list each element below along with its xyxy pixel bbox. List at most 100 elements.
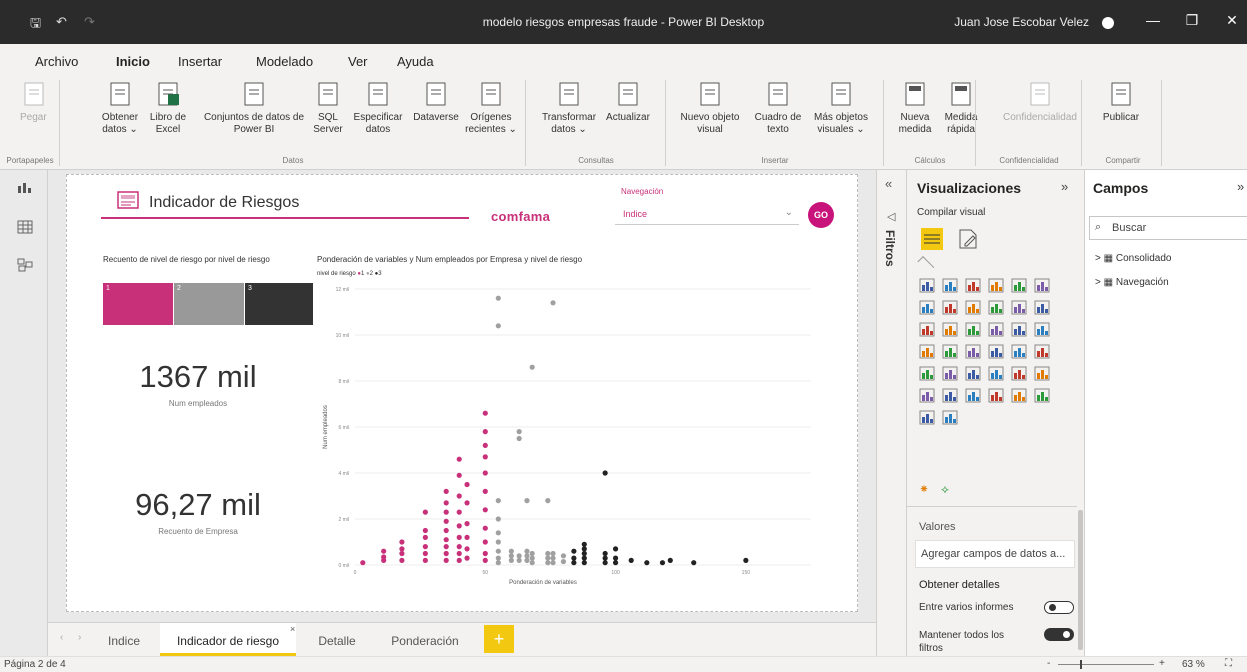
- tab-detalle[interactable]: Detalle: [306, 623, 368, 656]
- scatter-point-series-3[interactable]: [667, 557, 673, 563]
- scatter-point-series-1[interactable]: [399, 539, 405, 545]
- scatter-point-series-3[interactable]: [602, 470, 608, 476]
- scatter-point-series-1[interactable]: [482, 507, 488, 513]
- scatter-point-series-3[interactable]: [581, 541, 587, 547]
- filled-map-icon[interactable]: [919, 344, 935, 359]
- minimize-icon[interactable]: —: [1143, 12, 1163, 28]
- menu-ver[interactable]: Ver: [348, 54, 368, 69]
- r-visual-icon[interactable]: [965, 366, 981, 381]
- scatter-chart[interactable]: 0 mil 2 mil 4 mil 6 mil 8 mil 10 mil 12 mil 0 50…: [311, 283, 831, 589]
- scatter-point-series-1[interactable]: [422, 534, 428, 540]
- table-icon[interactable]: [919, 366, 935, 381]
- kpi-icon[interactable]: [1011, 344, 1027, 359]
- scatter-point-series-3[interactable]: [602, 555, 608, 561]
- scatter-point-series-1[interactable]: [464, 500, 470, 506]
- zoom-in-button[interactable]: +: [1159, 658, 1165, 669]
- scatter-point-series-2[interactable]: [560, 558, 567, 565]
- scatter-point-series-3[interactable]: [612, 555, 619, 561]
- scatter-point-series-1[interactable]: [399, 550, 405, 557]
- go-button[interactable]: GO: [808, 202, 834, 228]
- scatter-point-series-2[interactable]: [516, 557, 522, 563]
- ribbon-btn-recent[interactable]: Orígenes recientes ⌄: [464, 80, 518, 136]
- scatter-point-series-1[interactable]: [464, 521, 470, 527]
- filters-pane-collapsed[interactable]: « ◁ Filtros: [876, 170, 906, 656]
- scatter-point-series-1[interactable]: [443, 550, 449, 557]
- 100-column-icon[interactable]: [1034, 278, 1050, 293]
- scatter-point-series-2[interactable]: [516, 429, 522, 435]
- scatter-point-series-1[interactable]: [482, 410, 488, 416]
- ribbon-btn-visual[interactable]: Nuevo objeto visual: [676, 80, 744, 136]
- area-icon[interactable]: [942, 300, 958, 315]
- filter-icon[interactable]: ◁: [887, 210, 895, 223]
- scatter-point-series-1[interactable]: [456, 509, 462, 515]
- scatter-point-series-1[interactable]: [443, 500, 449, 506]
- scatter-point-series-2[interactable]: [529, 555, 535, 561]
- nav-dropdown[interactable]: Indice ⌄: [615, 205, 799, 225]
- scatter-point-series-2[interactable]: [524, 557, 530, 563]
- zoom-out-button[interactable]: -: [1047, 658, 1050, 669]
- scatter-point-series-1[interactable]: [443, 509, 449, 515]
- scatter-point-series-2[interactable]: [550, 555, 556, 561]
- scatter-point-series-1[interactable]: [482, 550, 488, 557]
- scatter-point-series-2[interactable]: [524, 498, 530, 504]
- ribbon-btn-calc2[interactable]: Medida rápida: [938, 80, 984, 136]
- qa-icon[interactable]: [919, 388, 935, 403]
- filters-label[interactable]: Filtros: [883, 230, 897, 267]
- menu-ayuda[interactable]: Ayuda: [397, 54, 434, 69]
- keep-filters-toggle[interactable]: [1044, 628, 1074, 641]
- ribbon-btn-text[interactable]: Cuadro de texto: [752, 80, 804, 136]
- scatter-point-series-2[interactable]: [550, 300, 556, 306]
- scatter-point-series-1[interactable]: [443, 544, 449, 550]
- scatter-point-series-3[interactable]: [659, 560, 666, 566]
- stacked-column-icon[interactable]: [942, 278, 958, 293]
- scatter-point-series-2[interactable]: [545, 560, 551, 566]
- scatter-point-series-3[interactable]: [602, 550, 608, 557]
- line-icon[interactable]: [919, 300, 935, 315]
- scatter-point-series-2[interactable]: [529, 560, 535, 566]
- smart-narrative-icon[interactable]: ⁕: [919, 482, 929, 496]
- field-table-consolidado[interactable]: > ▦ Consolidado: [1095, 253, 1171, 264]
- scatter-point-series-1[interactable]: [399, 557, 405, 563]
- menu-inicio[interactable]: Inicio: [116, 54, 150, 77]
- search-input[interactable]: Buscar: [1112, 222, 1146, 234]
- scatter-point-series-1[interactable]: [422, 509, 428, 515]
- scatter-point-series-1[interactable]: [456, 472, 462, 478]
- cross-report-toggle[interactable]: [1044, 601, 1074, 614]
- scatter-icon[interactable]: [942, 322, 958, 337]
- key-influencers-icon[interactable]: [1011, 366, 1027, 381]
- scatter-point-series-1[interactable]: [399, 546, 405, 552]
- power-apps-icon[interactable]: [988, 388, 1004, 403]
- scatter-point-series-1[interactable]: [464, 534, 470, 540]
- line-column-icon[interactable]: [988, 300, 1004, 315]
- scatter-point-series-1[interactable]: [443, 488, 449, 494]
- zoom-slider[interactable]: [1058, 664, 1154, 665]
- fields-search[interactable]: ⌕ Buscar: [1089, 216, 1247, 240]
- scatter-point-series-1[interactable]: [464, 555, 470, 561]
- decomp-tree-icon[interactable]: [1034, 366, 1050, 381]
- ribbon-btn-refresh[interactable]: Actualizar: [600, 80, 656, 124]
- ribbon-btn-pbi[interactable]: Conjuntos de datos de Power BI: [194, 80, 314, 136]
- expand-viz-icon[interactable]: »: [1061, 179, 1068, 194]
- scatter-point-series-2[interactable]: [545, 550, 551, 557]
- narrative-icon[interactable]: [942, 388, 958, 403]
- scatter-point-series-1[interactable]: [456, 493, 462, 499]
- scatter-point-series-3[interactable]: [581, 560, 587, 566]
- scatter-point-series-1[interactable]: [456, 550, 462, 557]
- tab-indice[interactable]: Indice: [98, 623, 150, 656]
- ribbon-btn-more[interactable]: Más objetos visuales ⌄: [810, 80, 872, 136]
- scatter-point-series-1[interactable]: [464, 481, 470, 488]
- stacked-area-icon[interactable]: [965, 300, 981, 315]
- scatter-point-series-3[interactable]: [612, 546, 619, 552]
- scatter-point-series-1[interactable]: [422, 527, 428, 534]
- scatter-point-series-2[interactable]: [508, 548, 514, 554]
- scatter-point-series-3[interactable]: [581, 546, 587, 552]
- scatter-point-series-1[interactable]: [482, 429, 488, 435]
- scatter-point-series-2[interactable]: [524, 548, 530, 554]
- scatter-point-series-1[interactable]: [482, 454, 488, 460]
- funnel-icon[interactable]: [919, 322, 935, 337]
- fit-page-icon[interactable]: ⛶: [1225, 658, 1232, 669]
- scatter-point-series-1[interactable]: [482, 557, 488, 563]
- tab-indicador-de-riesgo[interactable]: Indicador de riesgo: [160, 623, 296, 656]
- scatter-point-series-3[interactable]: [571, 560, 577, 566]
- format-visual-icon[interactable]: [955, 226, 981, 252]
